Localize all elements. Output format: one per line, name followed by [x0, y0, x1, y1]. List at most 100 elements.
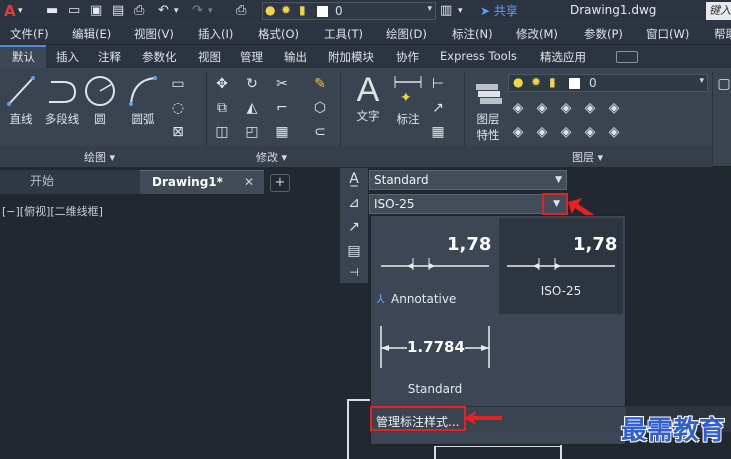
layer-unisolate-icon[interactable]: ◈	[534, 124, 550, 140]
share-button[interactable]: ➤ 共享	[480, 2, 518, 20]
layer-thaw-icon[interactable]: ◈	[558, 124, 574, 140]
print-icon[interactable]: ⎙	[134, 3, 144, 19]
sample-value: 1.7784	[407, 338, 465, 356]
copy-icon[interactable]: ⧉	[214, 100, 230, 116]
layer-unlock-icon[interactable]: ◈	[582, 124, 598, 140]
tab-express-tools[interactable]: Express Tools	[440, 49, 517, 63]
layer-dropdown[interactable]: ● ✹ ▮ 0 ▾	[508, 74, 708, 92]
layer-combo[interactable]: ● ✹ ▮ 0 ▾	[262, 2, 436, 20]
layer-isolate-icon[interactable]: ◈	[534, 100, 550, 116]
layer-make-current-icon[interactable]: ◈	[606, 100, 622, 116]
menu-window[interactable]: 窗口(W)	[646, 26, 689, 42]
layer-properties-tool[interactable]: 图层 特性	[470, 80, 506, 143]
workspace-arrow-icon[interactable]: ▾	[458, 3, 463, 19]
menu-parametric[interactable]: 参数(P)	[584, 26, 623, 42]
leader-icon[interactable]: ↗	[430, 100, 446, 116]
text-style-icon[interactable]: A̲	[345, 170, 363, 188]
modify-panel-label[interactable]: 修改 ▾	[256, 149, 287, 165]
explode-icon[interactable]: ⬡	[312, 100, 328, 116]
dim-style-select[interactable]: ISO-25 ▼	[369, 194, 567, 214]
menu-format[interactable]: 格式(O)	[258, 26, 299, 42]
move-icon[interactable]: ✥	[214, 76, 230, 92]
layer-lock-icon[interactable]: ◈	[582, 100, 598, 116]
layer-freeze-icon[interactable]: ◈	[558, 100, 574, 116]
gallery-item-standard[interactable]: 1.7784 Standard	[373, 316, 497, 400]
ribbon-toggle-icon[interactable]	[616, 51, 638, 63]
menu-edit[interactable]: 编辑(E)	[72, 26, 111, 42]
mirror-icon[interactable]: ◭	[244, 100, 260, 116]
draw-panel-label[interactable]: 绘图 ▾	[84, 149, 115, 165]
hatch-icon[interactable]: ◌	[170, 100, 186, 116]
linear-dim-icon[interactable]: ⊢	[430, 76, 446, 92]
menu-tools[interactable]: 工具(T)	[324, 26, 363, 42]
polyline-tool[interactable]: 多段线	[42, 74, 82, 127]
undo-arrow-icon[interactable]: ▾	[174, 3, 179, 19]
text-style-select[interactable]: Standard ▼	[369, 170, 567, 190]
tab-home[interactable]: 默认	[12, 49, 35, 65]
insert-block-icon[interactable]: ▢	[716, 76, 731, 92]
search-input[interactable]: 键入	[706, 2, 731, 20]
fillet-icon[interactable]: ⌐	[274, 100, 290, 116]
text-tool[interactable]: A 文字	[348, 72, 388, 124]
scale-icon[interactable]: ◰	[244, 124, 260, 140]
save-as-icon[interactable]: ▤	[112, 3, 124, 19]
stretch-icon[interactable]: ◫	[214, 124, 230, 140]
drawing-line	[434, 446, 436, 459]
tab-drawing1[interactable]: Drawing1* ✕	[140, 170, 264, 194]
rectangle-icon[interactable]: ▭	[170, 76, 186, 92]
gallery-item-iso25[interactable]: 1,78 ISO-25	[499, 218, 623, 314]
array-icon[interactable]: ▦	[274, 124, 290, 140]
tab-featured-apps[interactable]: 精选应用	[540, 49, 586, 65]
new-file-icon[interactable]: ▬	[46, 3, 58, 19]
layer-match-icon[interactable]: ◈	[606, 124, 622, 140]
add-tab-button[interactable]: +	[270, 174, 290, 192]
line-tool[interactable]: 直线	[4, 74, 38, 127]
viewport-controls[interactable]: [−][俯视][二维线框]	[2, 203, 103, 219]
dimension-tool[interactable]: ✦ 标注	[390, 72, 426, 127]
region-icon[interactable]: ⊠	[170, 124, 186, 140]
multileader-style-icon[interactable]: ↗	[345, 218, 363, 236]
dim-style-icon[interactable]: ⊿	[345, 194, 363, 212]
redo-icon[interactable]: ↷	[192, 3, 203, 19]
trim-icon[interactable]: ✂	[274, 76, 290, 92]
erase-icon[interactable]: ✎	[312, 76, 328, 92]
workspace-icon[interactable]: ▥	[440, 3, 452, 19]
offset-icon[interactable]: ⊂	[312, 124, 328, 140]
tab-parametric[interactable]: 参数化	[142, 49, 177, 65]
rotate-icon[interactable]: ↻	[244, 76, 260, 92]
menu-modify[interactable]: 修改(M)	[516, 26, 558, 42]
table-style-icon[interactable]: ▤	[345, 242, 363, 260]
redo-arrow-icon[interactable]: ▾	[208, 3, 213, 19]
app-logo-icon[interactable]: A	[4, 3, 16, 19]
layer-on-icon[interactable]: ◈	[510, 124, 526, 140]
tab-annotate[interactable]: 注释	[98, 49, 121, 65]
layer-panel-label[interactable]: 图层 ▾	[572, 149, 603, 165]
app-menu-arrow-icon[interactable]: ▾	[18, 3, 23, 19]
table-icon[interactable]: ▦	[430, 124, 446, 140]
tab-addins[interactable]: 附加模块	[328, 49, 374, 65]
menu-help[interactable]: 帮助	[714, 26, 731, 42]
menu-draw[interactable]: 绘图(D)	[386, 26, 427, 42]
menu-view[interactable]: 视图(V)	[134, 26, 174, 42]
tab-start[interactable]: 开始	[0, 170, 140, 194]
plot-icon[interactable]: ⎙	[236, 3, 246, 19]
menu-file[interactable]: 文件(F)	[10, 26, 49, 42]
save-icon[interactable]: ▣	[90, 3, 102, 19]
layer-off-icon[interactable]: ◈	[510, 100, 526, 116]
dimension-break-icon[interactable]: ⊣	[345, 264, 363, 282]
circle-tool[interactable]: 圆	[84, 74, 116, 127]
open-folder-icon[interactable]: ▭	[68, 3, 80, 19]
gallery-item-annotative[interactable]: 1,78 ⅄ Annotative	[373, 218, 497, 314]
tab-manage[interactable]: 管理	[240, 49, 263, 65]
tab-insert[interactable]: 插入	[56, 49, 79, 65]
tab-output[interactable]: 输出	[284, 49, 307, 65]
close-icon[interactable]: ✕	[244, 171, 254, 193]
tab-view[interactable]: 视图	[198, 49, 221, 65]
arc-tool[interactable]: 圆弧	[126, 74, 160, 127]
undo-icon[interactable]: ↶	[158, 3, 169, 19]
menu-dimension[interactable]: 标注(N)	[452, 26, 493, 42]
tab-collaborate[interactable]: 协作	[396, 49, 419, 65]
document-title: Drawing1.dwg	[570, 3, 657, 17]
menu-insert[interactable]: 插入(I)	[198, 26, 233, 42]
bulb-icon: ●	[513, 75, 524, 89]
